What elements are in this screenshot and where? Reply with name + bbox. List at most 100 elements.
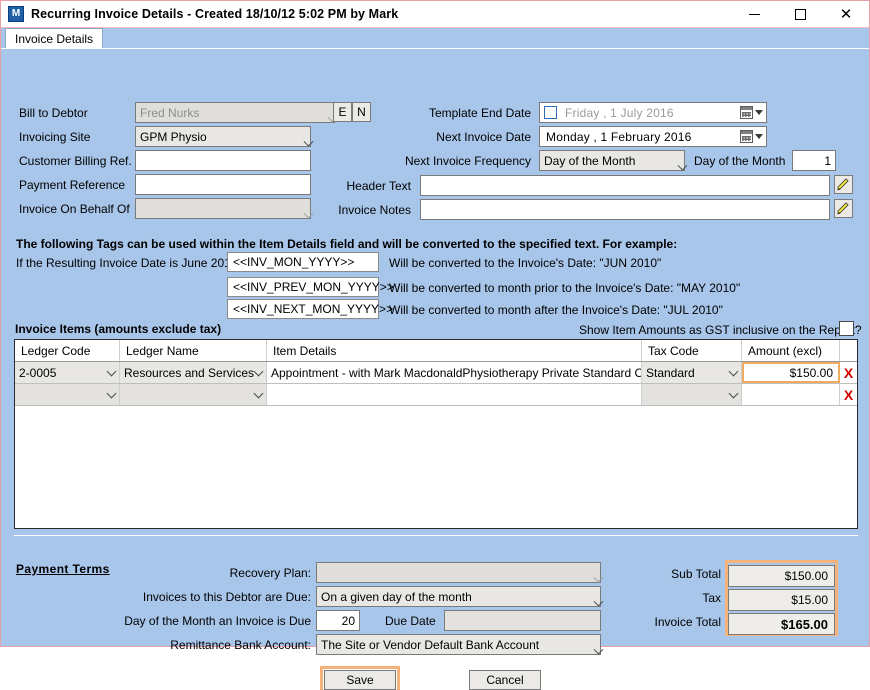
recurring-invoice-window: M Recurring Invoice Details - Created 18…: [0, 0, 870, 690]
minimize-button[interactable]: [731, 1, 777, 27]
section-divider: [14, 535, 858, 536]
tag-value: <<INV_NEXT_MON_YYYY>>: [233, 302, 394, 316]
label-next-invoice-date: Next Invoice Date: [436, 130, 531, 144]
label-payment-reference: Payment Reference: [19, 178, 126, 192]
recovery-plan-select[interactable]: [316, 562, 604, 583]
cancel-button-label: Cancel: [486, 673, 524, 687]
invoices-due-select[interactable]: On a given day of the month: [316, 586, 604, 607]
cell-tax-code[interactable]: [642, 384, 742, 405]
cell-amount[interactable]: $150.00: [742, 362, 840, 383]
payment-reference-input[interactable]: [135, 174, 311, 195]
app-icon: M: [8, 6, 24, 22]
cell-ledger-name-value: Resources and Services: [124, 365, 255, 380]
cell-ledger-code[interactable]: 2-0005: [15, 362, 120, 383]
grid-header-row: Ledger Code Ledger Name Item Details Tax…: [15, 340, 857, 362]
day-due-input[interactable]: 20: [316, 610, 360, 631]
tag-description-2: Will be converted to month after the Inv…: [389, 303, 723, 317]
chevron-down-icon: [253, 366, 264, 377]
label-customer-billing-ref: Customer Billing Ref.: [19, 154, 132, 168]
day-of-the-month-input[interactable]: 1: [792, 150, 836, 171]
chevron-down-icon: [106, 388, 117, 399]
table-row[interactable]: 2-0005 Resources and Services Appointmen…: [15, 362, 857, 384]
invoice-notes-edit-button[interactable]: [834, 199, 853, 218]
label-due-date: Due Date: [385, 614, 436, 628]
chevron-down-icon: [106, 366, 117, 377]
bill-to-debtor-select[interactable]: Fred Nurks: [135, 102, 338, 123]
maximize-button[interactable]: [777, 1, 823, 27]
next-invoice-date-picker[interactable]: Monday , 1 February 2016: [539, 126, 767, 147]
label-header-text: Header Text: [346, 179, 411, 193]
delete-row-button[interactable]: X: [840, 384, 857, 405]
delete-icon: X: [843, 386, 854, 403]
due-date-input[interactable]: [444, 610, 601, 631]
column-header-amount[interactable]: Amount (excl): [742, 340, 840, 361]
label-invoice-notes: Invoice Notes: [338, 203, 411, 217]
calendar-icon: [740, 106, 753, 119]
tag-input-inv-next-mon-yyyy[interactable]: <<INV_NEXT_MON_YYYY>>: [227, 299, 393, 319]
invoice-items-title: Invoice Items (amounts exclude tax): [15, 322, 222, 336]
cell-item-details[interactable]: [267, 384, 642, 405]
label-remittance-bank-account: Remittance Bank Account:: [170, 638, 311, 652]
invoices-due-value: On a given day of the month: [321, 589, 472, 604]
form-body: Bill to Debtor Fred Nurks E N Invoicing …: [1, 48, 870, 690]
invoice-notes-input[interactable]: [420, 199, 830, 220]
label-invoice-on-behalf-of: Invoice On Behalf Of: [19, 202, 130, 216]
close-icon: ✕: [839, 4, 853, 23]
template-end-date-picker[interactable]: Friday , 1 July 2016: [539, 102, 767, 123]
maximize-icon: [794, 8, 806, 20]
template-end-date-checkbox[interactable]: [544, 106, 557, 119]
tag-input-inv-prev-mon-yyyy[interactable]: <<INV_PREV_MON_YYYY>>: [227, 277, 394, 297]
invoicing-site-select[interactable]: GPM Physio: [135, 126, 314, 147]
label-sub-total: Sub Total: [671, 567, 721, 581]
label-next-invoice-frequency: Next Invoice Frequency: [404, 154, 531, 168]
cell-amount-value: $150.00: [789, 365, 833, 380]
header-text-edit-button[interactable]: [834, 175, 853, 194]
tab-invoice-details[interactable]: Invoice Details: [5, 28, 104, 48]
template-end-date-dropdown[interactable]: [740, 106, 766, 119]
tax-value-box: $15.00: [728, 589, 835, 611]
label-day-of-the-month: Day of the Month: [694, 154, 786, 168]
window-title: Recurring Invoice Details - Created 18/1…: [31, 7, 399, 21]
chevron-down-icon: [755, 110, 763, 115]
tag-input-inv-mon-yyyy[interactable]: <<INV_MON_YYYY>>: [227, 252, 379, 272]
table-row[interactable]: X: [15, 384, 857, 406]
column-header-item-details[interactable]: Item Details: [267, 340, 642, 361]
remittance-bank-account-value: The Site or Vendor Default Bank Account: [321, 637, 540, 652]
remittance-bank-account-select[interactable]: The Site or Vendor Default Bank Account: [316, 634, 604, 655]
tag-value: <<INV_PREV_MON_YYYY>>: [233, 280, 394, 294]
cell-ledger-code[interactable]: [15, 384, 120, 405]
invoice-on-behalf-of-select[interactable]: [135, 198, 314, 219]
day-of-the-month-value: 1: [824, 153, 831, 168]
next-invoice-date-dropdown[interactable]: [740, 130, 766, 143]
totals-group: $150.00 $15.00 $165.00: [725, 560, 838, 636]
day-due-value: 20: [341, 613, 355, 628]
label-template-end-date: Template End Date: [428, 106, 531, 120]
column-header-ledger-code[interactable]: Ledger Code: [15, 340, 120, 361]
delete-row-button[interactable]: X: [840, 362, 857, 383]
tax-value: $15.00: [791, 593, 828, 607]
next-invoice-frequency-select[interactable]: Day of the Month: [539, 150, 688, 171]
cell-item-details[interactable]: Appointment - with Mark MacdonaldPhysiot…: [267, 362, 642, 383]
column-header-tax-code[interactable]: Tax Code: [642, 340, 742, 361]
cell-ledger-name[interactable]: Resources and Services: [120, 362, 267, 383]
tab-strip: Invoice Details: [1, 28, 869, 48]
close-button[interactable]: ✕: [823, 1, 869, 27]
save-button[interactable]: Save: [320, 666, 400, 690]
customer-billing-ref-input[interactable]: [135, 150, 311, 171]
cell-item-details-value: Appointment - with Mark MacdonaldPhysiot…: [271, 365, 641, 380]
title-bar: M Recurring Invoice Details - Created 18…: [1, 1, 869, 28]
cell-tax-code[interactable]: Standard: [642, 362, 742, 383]
gst-inclusive-checkbox[interactable]: [839, 321, 854, 336]
header-text-input[interactable]: [420, 175, 830, 196]
cancel-button[interactable]: Cancel: [469, 670, 541, 690]
cell-amount[interactable]: [742, 384, 840, 405]
column-header-ledger-name[interactable]: Ledger Name: [120, 340, 267, 361]
edit-debtor-button[interactable]: E: [333, 102, 352, 122]
sub-total-value: $150.00: [784, 569, 828, 583]
cell-ledger-name[interactable]: [120, 384, 267, 405]
label-invoice-total: Invoice Total: [654, 615, 722, 629]
calendar-icon: [740, 130, 753, 143]
tag-value: <<INV_MON_YYYY>>: [233, 255, 355, 269]
cell-ledger-code-value: 2-0005: [19, 365, 57, 380]
bill-to-debtor-value: Fred Nurks: [140, 105, 200, 120]
